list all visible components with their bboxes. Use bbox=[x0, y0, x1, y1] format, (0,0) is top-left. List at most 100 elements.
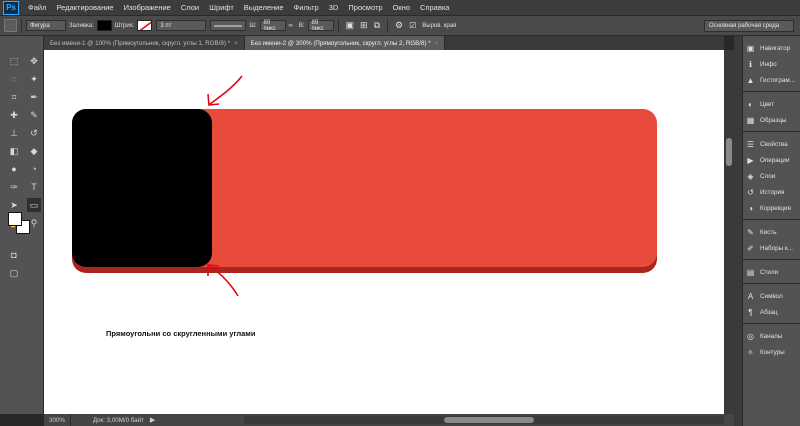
rectangle-tool-icon[interactable]: ▭ bbox=[27, 198, 41, 212]
panel-paths[interactable]: ✧ Контуры bbox=[743, 344, 800, 360]
panel-histogram[interactable]: ▲ Гистограм... bbox=[743, 72, 800, 88]
panel-swatches[interactable]: ▦ Образцы bbox=[743, 112, 800, 128]
menu-view[interactable]: Просмотр bbox=[343, 3, 387, 12]
panel-adjustments[interactable]: ◑ Коррекция bbox=[743, 200, 800, 216]
panel-channels[interactable]: ◎ Каналы bbox=[743, 328, 800, 344]
workspace-select[interactable]: Основная рабочая среда bbox=[704, 20, 794, 32]
path-alignment-icon[interactable]: ⊞ bbox=[360, 20, 368, 31]
brush-tool-icon[interactable]: ✎ bbox=[27, 108, 41, 122]
panel-group: A Символ ¶ Абзац bbox=[743, 284, 800, 324]
panel-label: Символ bbox=[760, 292, 783, 300]
foreground-color-swatch[interactable] bbox=[8, 212, 22, 226]
panel-group: ◎ Каналы ✧ Контуры bbox=[743, 324, 800, 363]
stroke-none-swatch[interactable] bbox=[137, 20, 153, 31]
close-icon[interactable]: × bbox=[234, 40, 238, 47]
panel-brush[interactable]: ✎ Кисть bbox=[743, 224, 800, 240]
panel-paragraph[interactable]: ¶ Абзац bbox=[743, 304, 800, 320]
mode-select-value: Фигура bbox=[30, 22, 50, 29]
path-operations-icon[interactable]: ▣ bbox=[346, 20, 355, 31]
path-selection-tool-icon[interactable]: ➤ bbox=[7, 198, 21, 212]
path-arrangement-icon[interactable]: ⧉ bbox=[374, 20, 380, 31]
move-tool-icon[interactable]: ✥ bbox=[27, 54, 41, 68]
panel-character[interactable]: A Символ bbox=[743, 288, 800, 304]
panel-history[interactable]: ↺ История bbox=[743, 184, 800, 200]
menu-window[interactable]: Окно bbox=[388, 3, 415, 12]
magic-wand-tool-icon[interactable]: ✦ bbox=[27, 72, 41, 86]
pen-tool-icon[interactable]: ✑ bbox=[7, 180, 21, 194]
brush-presets-icon: ✐ bbox=[747, 243, 754, 253]
close-icon[interactable]: × bbox=[435, 40, 439, 47]
toolbox: ⬚ ✥ ◌ ✦ ⌗ ✒ ✚ ✎ ⊥ ↺ ◧ ◆ ● ◔ ✑ T ➤ ▭ ✋ ⚲ … bbox=[0, 36, 44, 414]
menu-help[interactable]: Справка bbox=[415, 3, 454, 12]
panel-actions[interactable]: ▶ Операции bbox=[743, 152, 800, 168]
zoom-level[interactable]: 300% bbox=[44, 414, 71, 426]
menu-3d[interactable]: 3D bbox=[324, 3, 344, 12]
menu-edit[interactable]: Редактирование bbox=[51, 3, 118, 12]
fill-label: Заливка: bbox=[69, 22, 94, 29]
eraser-tool-icon[interactable]: ◧ bbox=[7, 144, 21, 158]
eyedropper-tool-icon[interactable]: ✒ bbox=[27, 90, 41, 104]
height-field[interactable]: 89 пикс bbox=[307, 20, 334, 32]
stamp-tool-icon[interactable]: ⊥ bbox=[7, 126, 21, 140]
stroke-type-select[interactable] bbox=[210, 20, 247, 31]
fill-color-swatch[interactable] bbox=[96, 20, 112, 31]
annotation-arrow-top bbox=[207, 75, 243, 106]
horizontal-scrollbar[interactable] bbox=[244, 416, 724, 424]
panel-collapse-strip[interactable] bbox=[734, 36, 742, 426]
navigator-icon: ▣ bbox=[746, 43, 755, 53]
blur-tool-icon[interactable]: ● bbox=[7, 162, 21, 176]
gear-icon[interactable]: ⚙ bbox=[395, 20, 403, 31]
marquee-tool-icon[interactable]: ⬚ bbox=[7, 54, 21, 68]
panel-color[interactable]: ◐ Цвет bbox=[743, 96, 800, 112]
tab-document-1[interactable]: Без имени-1 @ 100% (Прямоугольник, скруг… bbox=[44, 36, 245, 50]
adjustments-icon: ◑ bbox=[748, 203, 753, 213]
width-value: 80 пикс bbox=[263, 19, 276, 32]
link-icon[interactable]: ∞ bbox=[289, 23, 293, 29]
quick-mask-icon[interactable]: ◘ bbox=[7, 248, 21, 262]
menu-file[interactable]: Файл bbox=[23, 3, 51, 12]
menu-bar: Ps Файл Редактирование Изображение Слои … bbox=[0, 0, 800, 16]
menu-filter[interactable]: Фильтр bbox=[289, 3, 324, 12]
mode-select[interactable]: Фигура bbox=[26, 20, 66, 31]
canvas-caption: Прямоугольни со скругленными углами bbox=[106, 329, 256, 338]
dodge-tool-icon[interactable]: ◔ bbox=[27, 162, 41, 176]
gradient-tool-icon[interactable]: ◆ bbox=[27, 144, 41, 158]
tab-document-2[interactable]: Без имени-2 @ 300% (Прямоугольник, скруг… bbox=[244, 36, 446, 50]
lasso-tool-icon[interactable]: ◌ bbox=[7, 72, 21, 86]
stroke-size-field[interactable]: 3 пт bbox=[156, 20, 207, 31]
panel-styles[interactable]: ▤ Стили bbox=[743, 264, 800, 280]
type-tool-icon[interactable]: T bbox=[27, 180, 41, 194]
color-swatches[interactable] bbox=[8, 212, 38, 242]
panel-info[interactable]: ℹ Инфо bbox=[743, 56, 800, 72]
panel-label: Каналы bbox=[760, 332, 783, 340]
menu-select[interactable]: Выделение bbox=[239, 3, 289, 12]
panel-layers[interactable]: ◈ Слои bbox=[743, 168, 800, 184]
align-edges-checkbox[interactable]: ☑ bbox=[409, 21, 416, 30]
stroke-size-value: 3 пт bbox=[160, 22, 172, 29]
tool-preset-icon[interactable] bbox=[4, 19, 17, 32]
panel-label: История bbox=[760, 188, 785, 196]
panel-brush-presets[interactable]: ✐ Наборы к... bbox=[743, 240, 800, 256]
panel-label: Стили bbox=[760, 268, 779, 276]
crop-tool-icon[interactable]: ⌗ bbox=[7, 90, 21, 104]
document-tabs: Без имени-1 @ 100% (Прямоугольник, скруг… bbox=[44, 36, 724, 50]
scroll-thumb[interactable] bbox=[726, 138, 732, 166]
healing-tool-icon[interactable]: ✚ bbox=[7, 108, 21, 122]
screen-mode-icon[interactable]: ▢ bbox=[7, 266, 21, 280]
menu-image[interactable]: Изображение bbox=[119, 3, 176, 12]
panel-properties[interactable]: ☰ Свойства bbox=[743, 136, 800, 152]
stroke-label: Штрих: bbox=[114, 22, 135, 29]
panel-navigator[interactable]: ▣ Навигатор bbox=[743, 40, 800, 56]
document-canvas[interactable]: Прямоугольни со скругленными углами bbox=[44, 50, 724, 414]
width-field[interactable]: 80 пикс bbox=[259, 19, 286, 32]
play-arrow-icon[interactable]: ▶ bbox=[150, 416, 155, 424]
panel-group: ◐ Цвет ▦ Образцы bbox=[743, 92, 800, 132]
history-brush-tool-icon[interactable]: ↺ bbox=[27, 126, 41, 140]
width-label: Ш: bbox=[249, 22, 257, 29]
panel-label: Свойства bbox=[760, 140, 788, 148]
menu-layers[interactable]: Слои bbox=[176, 3, 204, 12]
color-icon: ◐ bbox=[748, 99, 753, 109]
scroll-thumb[interactable] bbox=[444, 417, 534, 423]
vertical-scrollbar[interactable] bbox=[724, 50, 734, 414]
menu-type[interactable]: Шрифт bbox=[204, 3, 239, 12]
